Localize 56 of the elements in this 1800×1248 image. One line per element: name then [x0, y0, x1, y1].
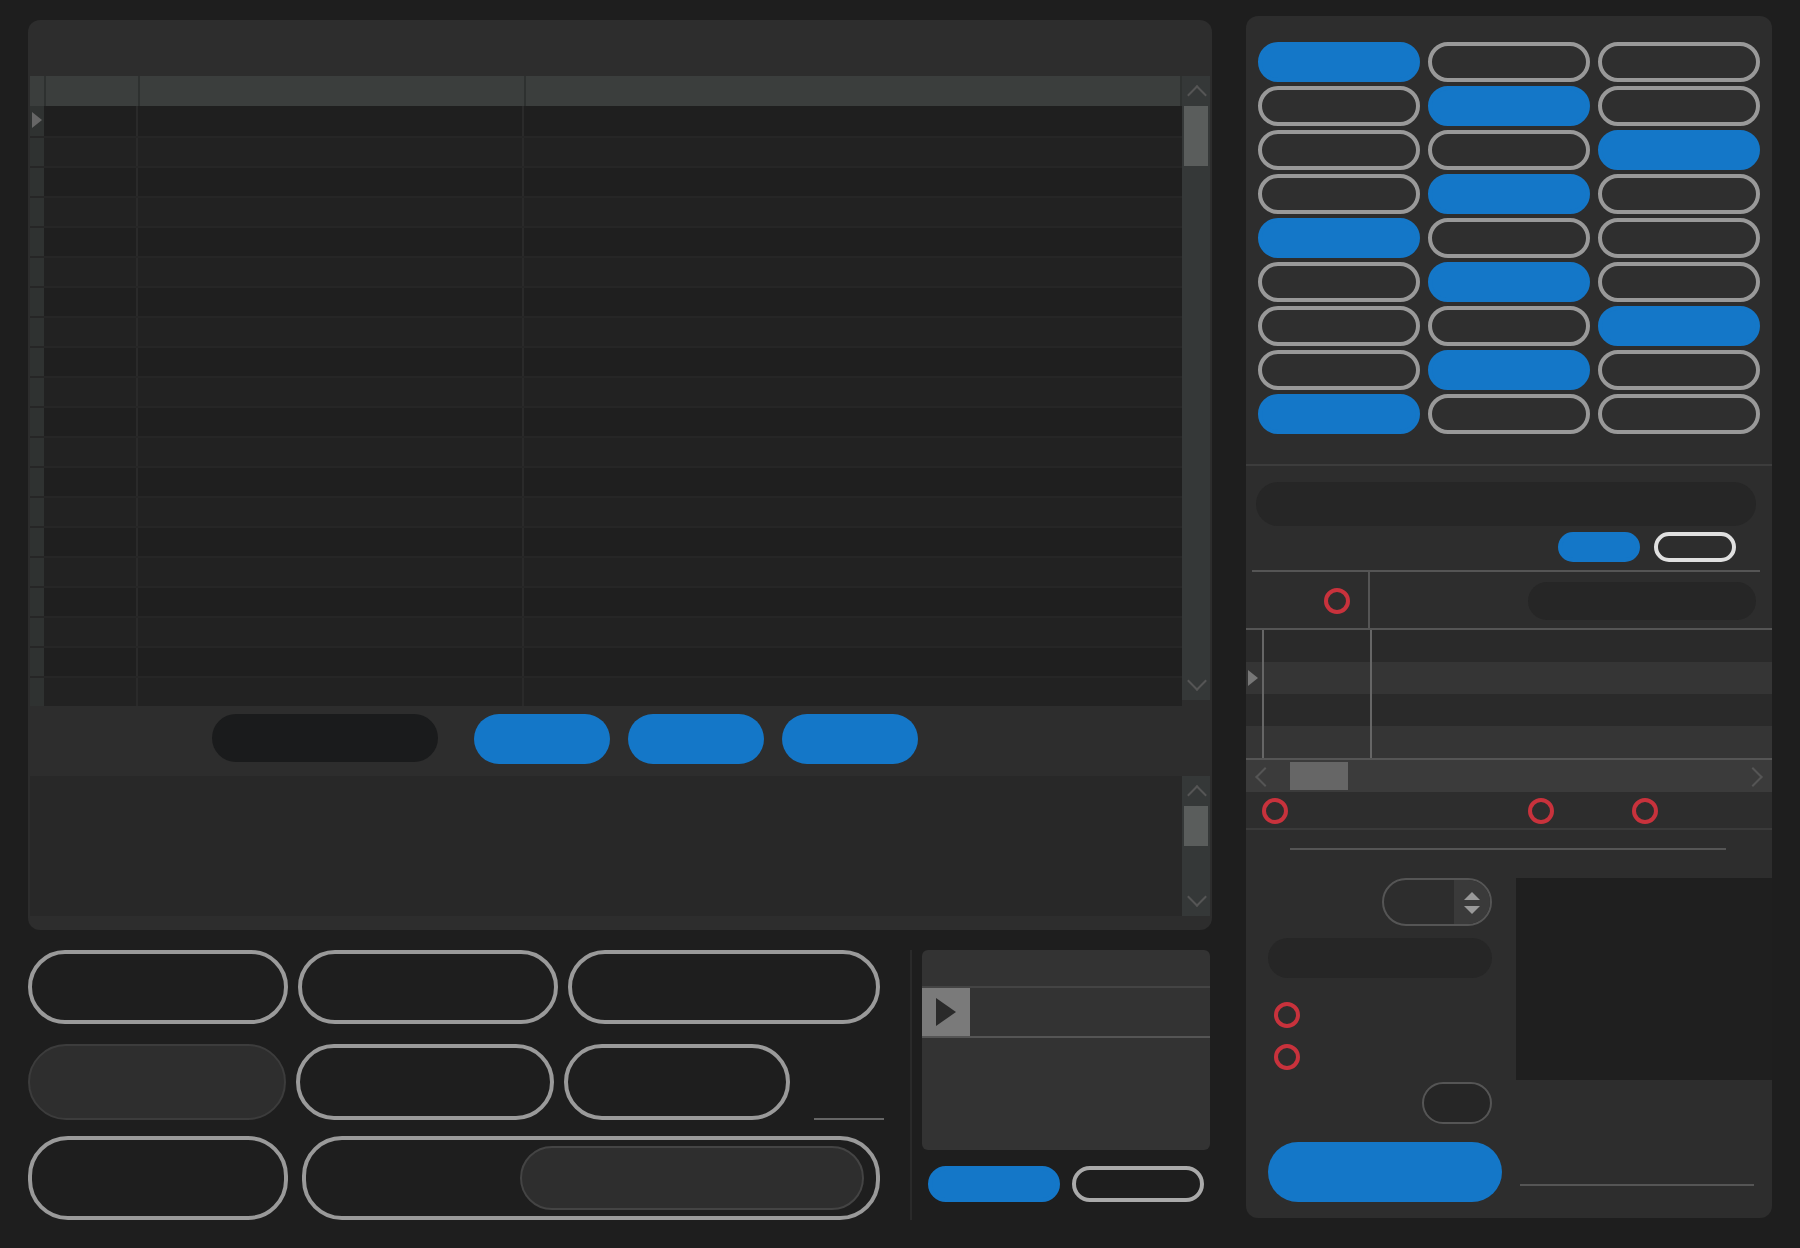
row-header[interactable] — [30, 106, 44, 136]
toggle-button[interactable] — [1258, 218, 1420, 258]
toggle-button[interactable] — [1598, 306, 1760, 346]
toggle-button[interactable] — [1428, 394, 1590, 434]
toggle-button[interactable] — [1598, 394, 1760, 434]
scrollbar[interactable] — [1182, 776, 1210, 916]
pill-button[interactable] — [28, 1136, 288, 1220]
toggle-button[interactable] — [1598, 130, 1760, 170]
toggle-button[interactable] — [1428, 350, 1590, 390]
spin-box[interactable] — [1382, 878, 1492, 926]
toggle-button[interactable] — [928, 1166, 1060, 1202]
pill-field[interactable] — [302, 1136, 880, 1220]
input-field[interactable] — [520, 1146, 864, 1210]
radio-button[interactable] — [1274, 1002, 1300, 1028]
toggle-button[interactable] — [1428, 218, 1590, 258]
toggle-button[interactable] — [1428, 306, 1590, 346]
radio-button[interactable] — [1262, 797, 1288, 823]
toggle-button[interactable] — [1428, 130, 1590, 170]
data-grid[interactable] — [1246, 628, 1772, 758]
pill-button[interactable] — [568, 950, 880, 1024]
pill-button[interactable] — [564, 1044, 791, 1120]
pill-button[interactable] — [28, 950, 288, 1024]
toggle-button[interactable] — [1258, 174, 1420, 214]
toggle-button[interactable] — [1258, 262, 1420, 302]
toggle-button[interactable] — [1598, 350, 1760, 390]
toggle-button[interactable] — [1558, 532, 1640, 562]
toggle-button[interactable] — [1072, 1166, 1204, 1202]
scrollbar[interactable] — [1246, 758, 1772, 792]
radio-button[interactable] — [1632, 797, 1658, 823]
play-icon[interactable] — [922, 988, 970, 1036]
toggle-button[interactable] — [1258, 86, 1420, 126]
toggle-button[interactable] — [1258, 306, 1420, 346]
toggle-button[interactable] — [1258, 394, 1420, 434]
radio-button[interactable] — [1324, 587, 1350, 613]
toggle-button[interactable] — [1258, 130, 1420, 170]
toggle-button[interactable] — [1598, 86, 1760, 126]
toggle-button[interactable] — [1598, 218, 1760, 258]
radio-button[interactable] — [1274, 1044, 1300, 1070]
pill-button[interactable] — [298, 950, 558, 1024]
toggle-button[interactable] — [1428, 174, 1590, 214]
toggle-button[interactable] — [1598, 262, 1760, 302]
pill-button[interactable] — [628, 713, 764, 763]
pill-button[interactable] — [474, 713, 610, 763]
toggle-button[interactable] — [1428, 262, 1590, 302]
toggle-button[interactable] — [1258, 350, 1420, 390]
toggle-button[interactable] — [1598, 174, 1760, 214]
toggle-button[interactable] — [1428, 42, 1590, 82]
toggle-button[interactable] — [1598, 42, 1760, 82]
toggle-button[interactable] — [1258, 42, 1420, 82]
toggle-button[interactable] — [1428, 86, 1590, 126]
data-grid[interactable] — [30, 76, 1182, 700]
radio-button[interactable] — [1528, 797, 1554, 823]
pill-button[interactable] — [782, 713, 918, 763]
pill-button[interactable] — [1268, 1142, 1502, 1202]
pill-button[interactable] — [296, 1044, 555, 1120]
scrollbar[interactable] — [1182, 76, 1210, 700]
